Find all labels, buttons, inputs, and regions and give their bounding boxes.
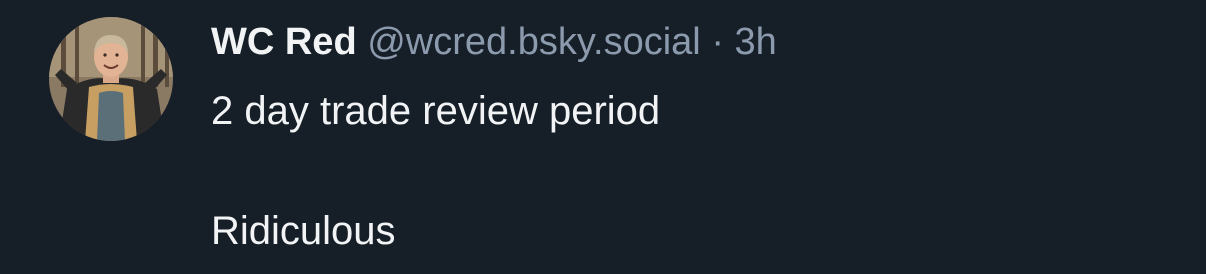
avatar-photo-image xyxy=(49,17,173,141)
author-avatar[interactable] xyxy=(49,17,173,141)
post-text-line-2: Ridiculous xyxy=(211,209,396,253)
header-separator: · xyxy=(711,21,724,63)
post-header: WC Red @wcred.bsky.social · 3h xyxy=(211,18,777,66)
post-card[interactable]: WC Red @wcred.bsky.social · 3h 2 day tra… xyxy=(0,0,1206,274)
author-display-name[interactable]: WC Red xyxy=(211,21,357,63)
author-handle[interactable]: @wcred.bsky.social xyxy=(367,21,701,63)
post-text-line-1: 2 day trade review period xyxy=(211,89,661,133)
post-timestamp[interactable]: 3h xyxy=(735,21,777,63)
